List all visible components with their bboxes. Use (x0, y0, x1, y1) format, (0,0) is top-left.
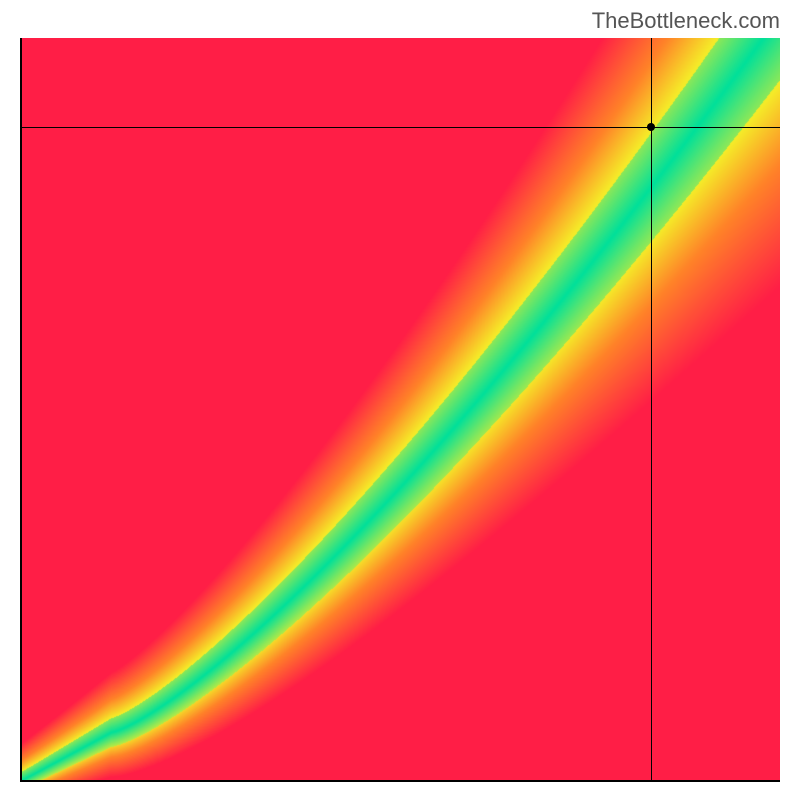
heatmap-canvas (20, 38, 780, 782)
heatmap-chart (20, 38, 780, 782)
watermark-text: TheBottleneck.com (592, 8, 780, 34)
